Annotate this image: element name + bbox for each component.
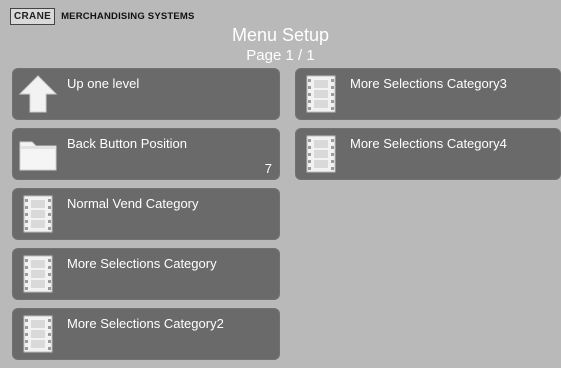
tile-value: 7 [264, 161, 272, 176]
menu-column-right: More Selections Category3 More Selection… [295, 68, 561, 188]
menu-column-left: Up one level Back Button Position 7 Norm… [12, 68, 280, 368]
film-strip-icon [306, 75, 336, 113]
page-indicator: Page 1 / 1 [246, 47, 315, 64]
film-strip-icon [306, 135, 336, 173]
tile-label: More Selections Category [67, 256, 217, 271]
tile-label: More Selections Category3 [350, 76, 507, 91]
tile-label: Up one level [67, 76, 140, 91]
brand: CRANE MERCHANDISING SYSTEMS [10, 8, 195, 25]
tile-label: More Selections Category2 [67, 316, 224, 331]
film-strip-icon [23, 195, 53, 233]
film-strip-icon [23, 255, 53, 293]
brand-logo: CRANE [10, 8, 56, 25]
tile-label: Back Button Position [67, 136, 187, 151]
more-selections-category2-button[interactable]: More Selections Category2 [12, 308, 280, 360]
brand-name: MERCHANDISING SYSTEMS [61, 11, 195, 22]
page-title: Menu Setup [231, 25, 330, 45]
more-selections-category-button[interactable]: More Selections Category [12, 248, 280, 300]
back-button-position-button[interactable]: Back Button Position 7 [12, 128, 280, 180]
up-one-level-button[interactable]: Up one level [12, 68, 280, 120]
up-arrow-icon [18, 75, 58, 113]
more-selections-category3-button[interactable]: More Selections Category3 [295, 68, 561, 120]
more-selections-category4-button[interactable]: More Selections Category4 [295, 128, 561, 180]
tile-label: Normal Vend Category [67, 196, 199, 211]
folder-icon [19, 141, 57, 171]
film-strip-icon [23, 315, 53, 353]
tile-label: More Selections Category4 [350, 136, 507, 151]
normal-vend-category-button[interactable]: Normal Vend Category [12, 188, 280, 240]
